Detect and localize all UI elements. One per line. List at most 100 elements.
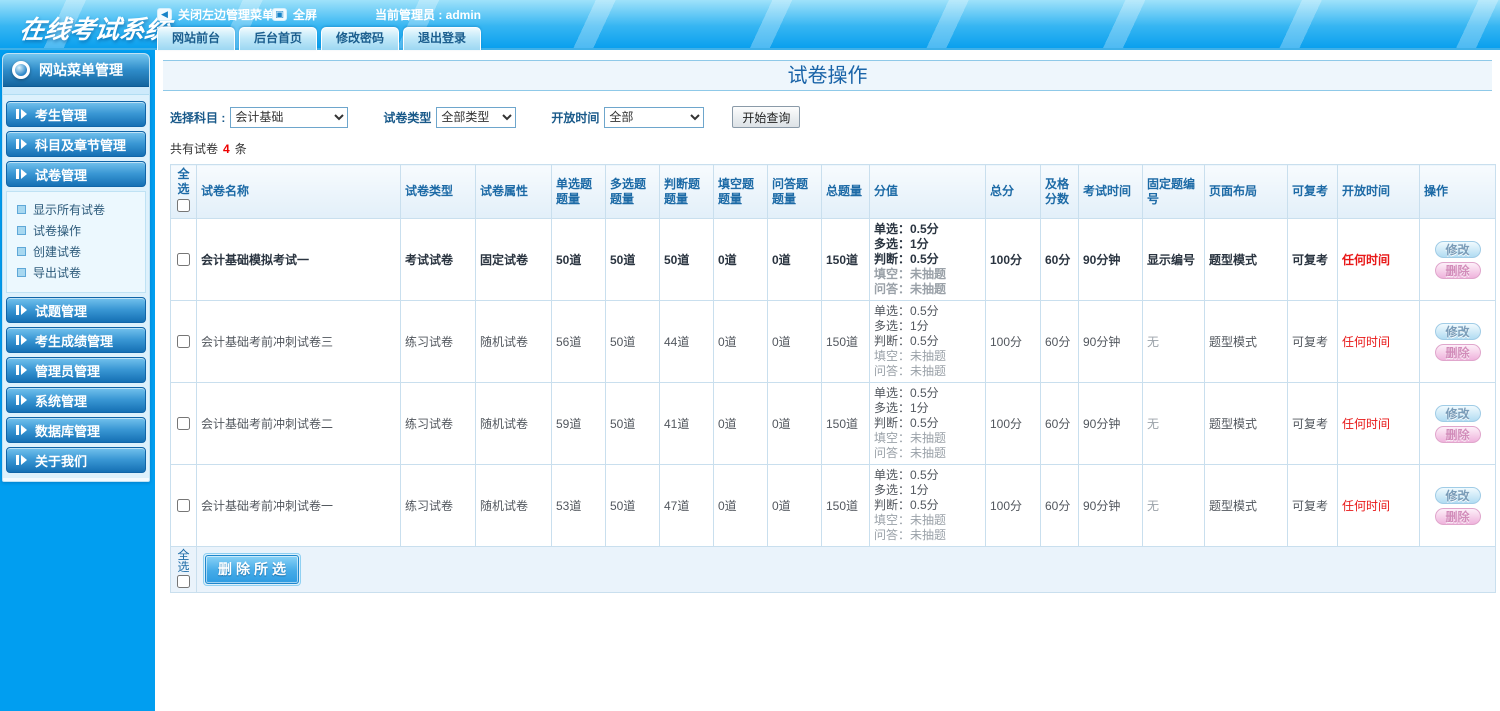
sidebar-item[interactable]: 数据库管理 (6, 417, 146, 443)
submenu-item[interactable]: 试卷操作 (7, 220, 145, 241)
column-header-label: 问答题题量 (772, 176, 809, 206)
page-layout-mode: 题型模式 (1209, 417, 1258, 431)
fullscreen-icon: ▣ (272, 8, 287, 21)
fill-blank-count: 0道 (718, 499, 737, 513)
paper-type: 练习试卷 (405, 499, 454, 513)
submenu-item[interactable]: 创建试卷 (7, 241, 145, 262)
collapse-arrow-icon: ◀ (157, 8, 172, 21)
select-all-footer-checkbox[interactable] (177, 575, 190, 588)
delete-selected-button[interactable]: 删除所选 (205, 555, 299, 584)
score-line: 问答：未抽题 (874, 364, 947, 378)
row-checkbox[interactable] (177, 252, 190, 266)
fullscreen-label: 全屏 (293, 8, 318, 22)
sidebar-item[interactable]: 考生管理 (6, 101, 146, 127)
nav-tab-4[interactable]: 退出登录 (403, 27, 482, 50)
sidebar-item-label: 试卷管理 (35, 167, 88, 183)
sidebar-item[interactable]: 试卷管理 (6, 161, 146, 187)
column-header: 试卷名称 (196, 164, 401, 219)
column-header: 固定题编号 (1142, 164, 1205, 219)
score-line: 填空：未抽题 (874, 349, 947, 363)
multi-choice-count: 50道 (610, 335, 636, 349)
sidebar-divider (3, 87, 149, 95)
sidebar-item[interactable]: 试题管理 (6, 297, 146, 323)
fullscreen-button[interactable]: ▣ 全屏 (272, 6, 317, 23)
delete-button[interactable]: 删除 (1434, 343, 1481, 361)
submenu-item-label: 创建试卷 (33, 245, 82, 259)
column-header-label: 总题量 (826, 184, 863, 198)
table-footer-row: 全选 删除所选 (170, 546, 1496, 593)
modify-button[interactable]: 修改 (1434, 486, 1481, 504)
sidebar-item[interactable]: 管理员管理 (6, 357, 146, 383)
fixed-number-mode: 无 (1147, 417, 1160, 431)
sidebar-item[interactable]: 系统管理 (6, 387, 146, 413)
delete-button[interactable]: 删除 (1434, 425, 1481, 443)
column-header-label: 固定题编号 (1147, 176, 1196, 206)
paper-attribute: 固定试卷 (480, 253, 529, 267)
modify-button[interactable]: 修改 (1434, 404, 1481, 422)
column-header-label: 试卷名称 (201, 184, 250, 198)
sidebar-item[interactable]: 科目及章节管理 (6, 131, 146, 157)
paper-attribute: 随机试卷 (480, 335, 529, 349)
modify-button[interactable]: 修改 (1434, 322, 1481, 340)
row-checkbox[interactable] (177, 498, 190, 512)
nav-tabs: 网站前台 后台首页 修改密码 退出登录 (157, 27, 482, 50)
page-layout-mode: 题型模式 (1209, 253, 1258, 267)
close-left-menu-label: 关闭左边管理菜单 (178, 8, 275, 22)
play-icon (16, 169, 27, 179)
column-header: 及格分数 (1040, 164, 1079, 219)
play-icon (16, 395, 27, 405)
total-score: 100分 (990, 499, 1023, 513)
nav-tab-2[interactable]: 后台首页 (239, 27, 318, 50)
qa-count: 0道 (772, 417, 791, 431)
sidebar-header-label: 网站菜单管理 (39, 62, 123, 78)
total-question-count: 150道 (826, 417, 859, 431)
app-logo: 在线考试系统 (17, 15, 172, 44)
count-number: 4 (223, 142, 230, 156)
total-score: 100分 (990, 335, 1023, 349)
row-checkbox[interactable] (177, 334, 190, 348)
play-icon (16, 335, 27, 345)
pass-score: 60分 (1045, 335, 1071, 349)
submenu-item-label: 试卷操作 (33, 224, 82, 238)
nav-tab-3[interactable]: 修改密码 (321, 27, 400, 50)
submenu-item[interactable]: 导出试卷 (7, 262, 145, 283)
column-header-label: 操作 (1424, 184, 1449, 198)
column-header: 问答题题量 (767, 164, 822, 219)
delete-button[interactable]: 删除 (1434, 261, 1481, 279)
paper-type: 练习试卷 (405, 335, 454, 349)
sidebar-menu: 考生管理科目及章节管理 试卷管理显示所有试卷试卷操作创建试卷导出试卷试题管理考生成… (3, 95, 149, 478)
score-line: 填空：未抽题 (874, 267, 947, 281)
column-header: 全选 (170, 164, 197, 219)
current-admin-label: 当前管理员 : admin (375, 8, 482, 22)
table-row: 会计基础考前冲刺试卷三 练习试卷 随机试卷 56道 50道 44道 0道 0道 150道 单选：0… (170, 300, 1496, 383)
total-score: 100分 (990, 253, 1023, 267)
list-square-icon (17, 205, 26, 214)
subject-select[interactable]: 会计基础 (230, 106, 349, 128)
sidebar-item-label: 科目及章节管理 (35, 137, 127, 153)
row-checkbox[interactable] (177, 416, 190, 430)
total-question-count: 150道 (826, 335, 859, 349)
sidebar-item[interactable]: 考生成绩管理 (6, 327, 146, 353)
open-time-filter-label: 开放时间 (551, 110, 600, 125)
paper-type-select[interactable]: 全部类型 (436, 106, 517, 128)
score-line: 多选：1分 (874, 483, 929, 497)
modify-button[interactable]: 修改 (1434, 240, 1481, 258)
sidebar-item[interactable]: 关于我们 (6, 447, 146, 473)
single-choice-count: 59道 (556, 417, 582, 431)
score-line: 问答：未抽题 (874, 528, 947, 542)
total-question-count: 150道 (826, 253, 859, 267)
play-icon (16, 109, 27, 119)
delete-button[interactable]: 删除 (1434, 507, 1481, 525)
filter-bar: 选择科目 : 会计基础 试卷类型 全部类型 开放时间 全部 开始查询 (170, 106, 1500, 128)
submenu-item[interactable]: 显示所有试卷 (7, 199, 145, 220)
query-button[interactable]: 开始查询 (732, 106, 801, 128)
close-left-menu-button[interactable]: ◀ 关闭左边管理菜单 (157, 6, 274, 23)
select-all-checkbox[interactable] (177, 199, 190, 212)
open-time-select[interactable]: 全部 (604, 106, 705, 128)
nav-tab-1[interactable]: 网站前台 (157, 27, 236, 50)
open-time: 任何时间 (1342, 335, 1391, 349)
pass-score: 60分 (1045, 499, 1071, 513)
list-square-icon (17, 226, 26, 235)
list-square-icon (17, 247, 26, 256)
single-choice-count: 50道 (556, 253, 582, 267)
